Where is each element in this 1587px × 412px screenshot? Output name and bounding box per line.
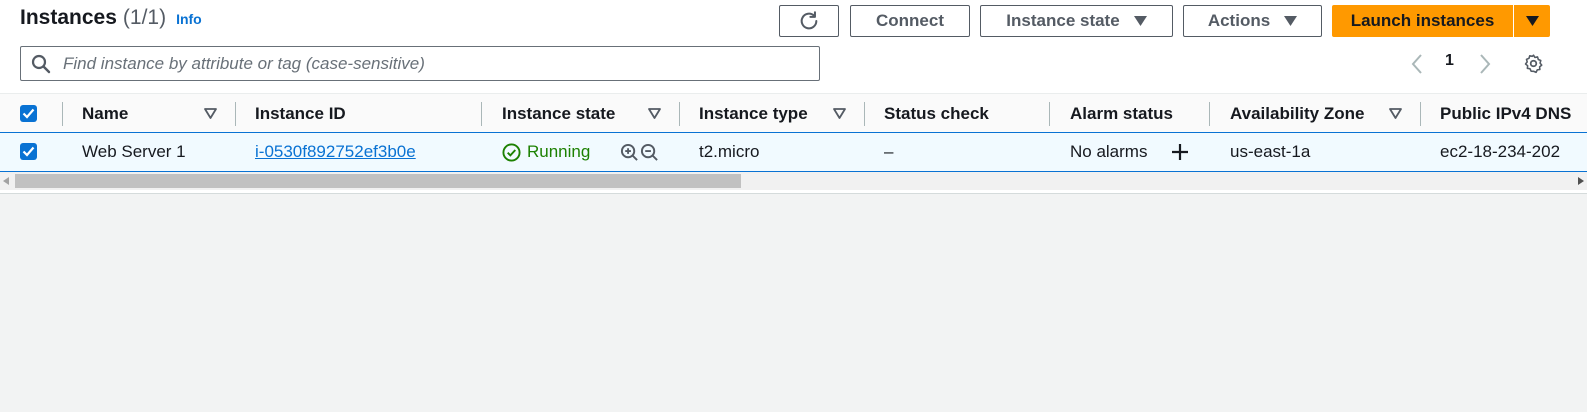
column-header-status-check[interactable]: Status check (884, 94, 989, 133)
column-divider[interactable] (1209, 102, 1210, 126)
checkmark-icon (22, 108, 35, 119)
column-header-instance-id[interactable]: Instance ID (255, 94, 346, 133)
table-header: Name Instance ID Instance state Instance… (0, 93, 1587, 134)
row-checkbox[interactable] (20, 143, 37, 160)
table-row[interactable]: Web Server 1 i-0530f892752ef3b0e Running… (0, 132, 1587, 172)
refresh-button[interactable] (779, 5, 839, 37)
select-all-checkbox[interactable] (20, 105, 37, 122)
check-circle-icon (502, 142, 521, 162)
column-header-instance-type[interactable]: Instance type (699, 94, 808, 133)
cell-availability-zone: us-east-1a (1230, 142, 1311, 161)
column-divider[interactable] (864, 102, 865, 126)
instance-state-button[interactable]: Instance state (980, 5, 1173, 37)
search-bar (20, 46, 820, 81)
page-number[interactable]: 1 (1445, 52, 1454, 70)
column-divider[interactable] (235, 102, 236, 126)
launch-instances-label: Launch instances (1350, 11, 1495, 30)
instances-panel: Instances (1/1) Info Connect Instance st… (0, 0, 1587, 194)
next-page-icon[interactable] (1478, 53, 1492, 75)
caret-down-icon (1133, 16, 1147, 26)
cell-status-check: – (884, 142, 894, 161)
state-label: Running (527, 142, 591, 161)
horizontal-scrollbar[interactable] (0, 172, 1587, 190)
cell-instance-type: t2.micro (699, 142, 760, 161)
cell-instance-state: Running (502, 133, 590, 171)
cell-public-dns: ec2-18-234-202 (1440, 142, 1561, 161)
actions-button[interactable]: Actions (1183, 5, 1322, 37)
column-divider[interactable] (1420, 102, 1421, 126)
zoom-out-icon[interactable] (640, 143, 659, 162)
instance-id-link[interactable]: i-0530f892752ef3b0e (255, 142, 416, 162)
column-divider (62, 102, 63, 126)
column-divider[interactable] (1049, 102, 1050, 126)
search-input[interactable] (61, 52, 819, 75)
checkmark-icon (22, 146, 35, 157)
column-header-public-dns[interactable]: Public IPv4 DNS (1440, 94, 1587, 133)
cell-instance-id: i-0530f892752ef3b0e (255, 133, 416, 171)
instance-state-label: Instance state (1006, 11, 1120, 30)
column-header-availability-zone[interactable]: Availability Zone (1230, 94, 1364, 133)
caret-down-icon (1284, 16, 1298, 26)
scrollbar-thumb[interactable] (15, 174, 741, 188)
sort-icon[interactable] (1389, 108, 1402, 119)
zoom-in-icon[interactable] (620, 143, 639, 162)
settings-gear-icon[interactable] (1523, 53, 1544, 74)
search-icon (31, 54, 51, 73)
column-divider[interactable] (481, 102, 482, 126)
column-header-name[interactable]: Name (82, 94, 128, 133)
caret-down-icon (1525, 16, 1539, 26)
previous-page-icon[interactable] (1410, 53, 1424, 75)
actions-label: Actions (1207, 11, 1271, 30)
connect-button[interactable]: Connect (850, 5, 970, 37)
sort-icon[interactable] (204, 108, 217, 119)
scroll-left-icon[interactable] (3, 177, 9, 185)
launch-instances-button[interactable]: Launch instances (1332, 5, 1513, 37)
launch-options-dropdown[interactable] (1514, 5, 1550, 37)
sort-icon[interactable] (648, 108, 661, 119)
refresh-icon (800, 11, 818, 30)
page-title: Instances (20, 6, 117, 29)
column-header-alarm-status[interactable]: Alarm status (1070, 94, 1173, 133)
column-header-instance-state[interactable]: Instance state (502, 94, 615, 133)
cell-alarm-status: No alarms (1070, 142, 1148, 161)
connect-label: Connect (876, 11, 944, 30)
add-alarm-icon[interactable] (1170, 142, 1190, 162)
page-header: Instances (1/1) Info (20, 6, 202, 36)
info-link[interactable]: Info (176, 11, 202, 27)
column-divider[interactable] (679, 102, 680, 126)
cell-name: Web Server 1 (82, 142, 186, 161)
sort-icon[interactable] (833, 108, 846, 119)
scroll-right-icon[interactable] (1578, 177, 1584, 185)
instance-count: (1/1) (122, 6, 167, 29)
